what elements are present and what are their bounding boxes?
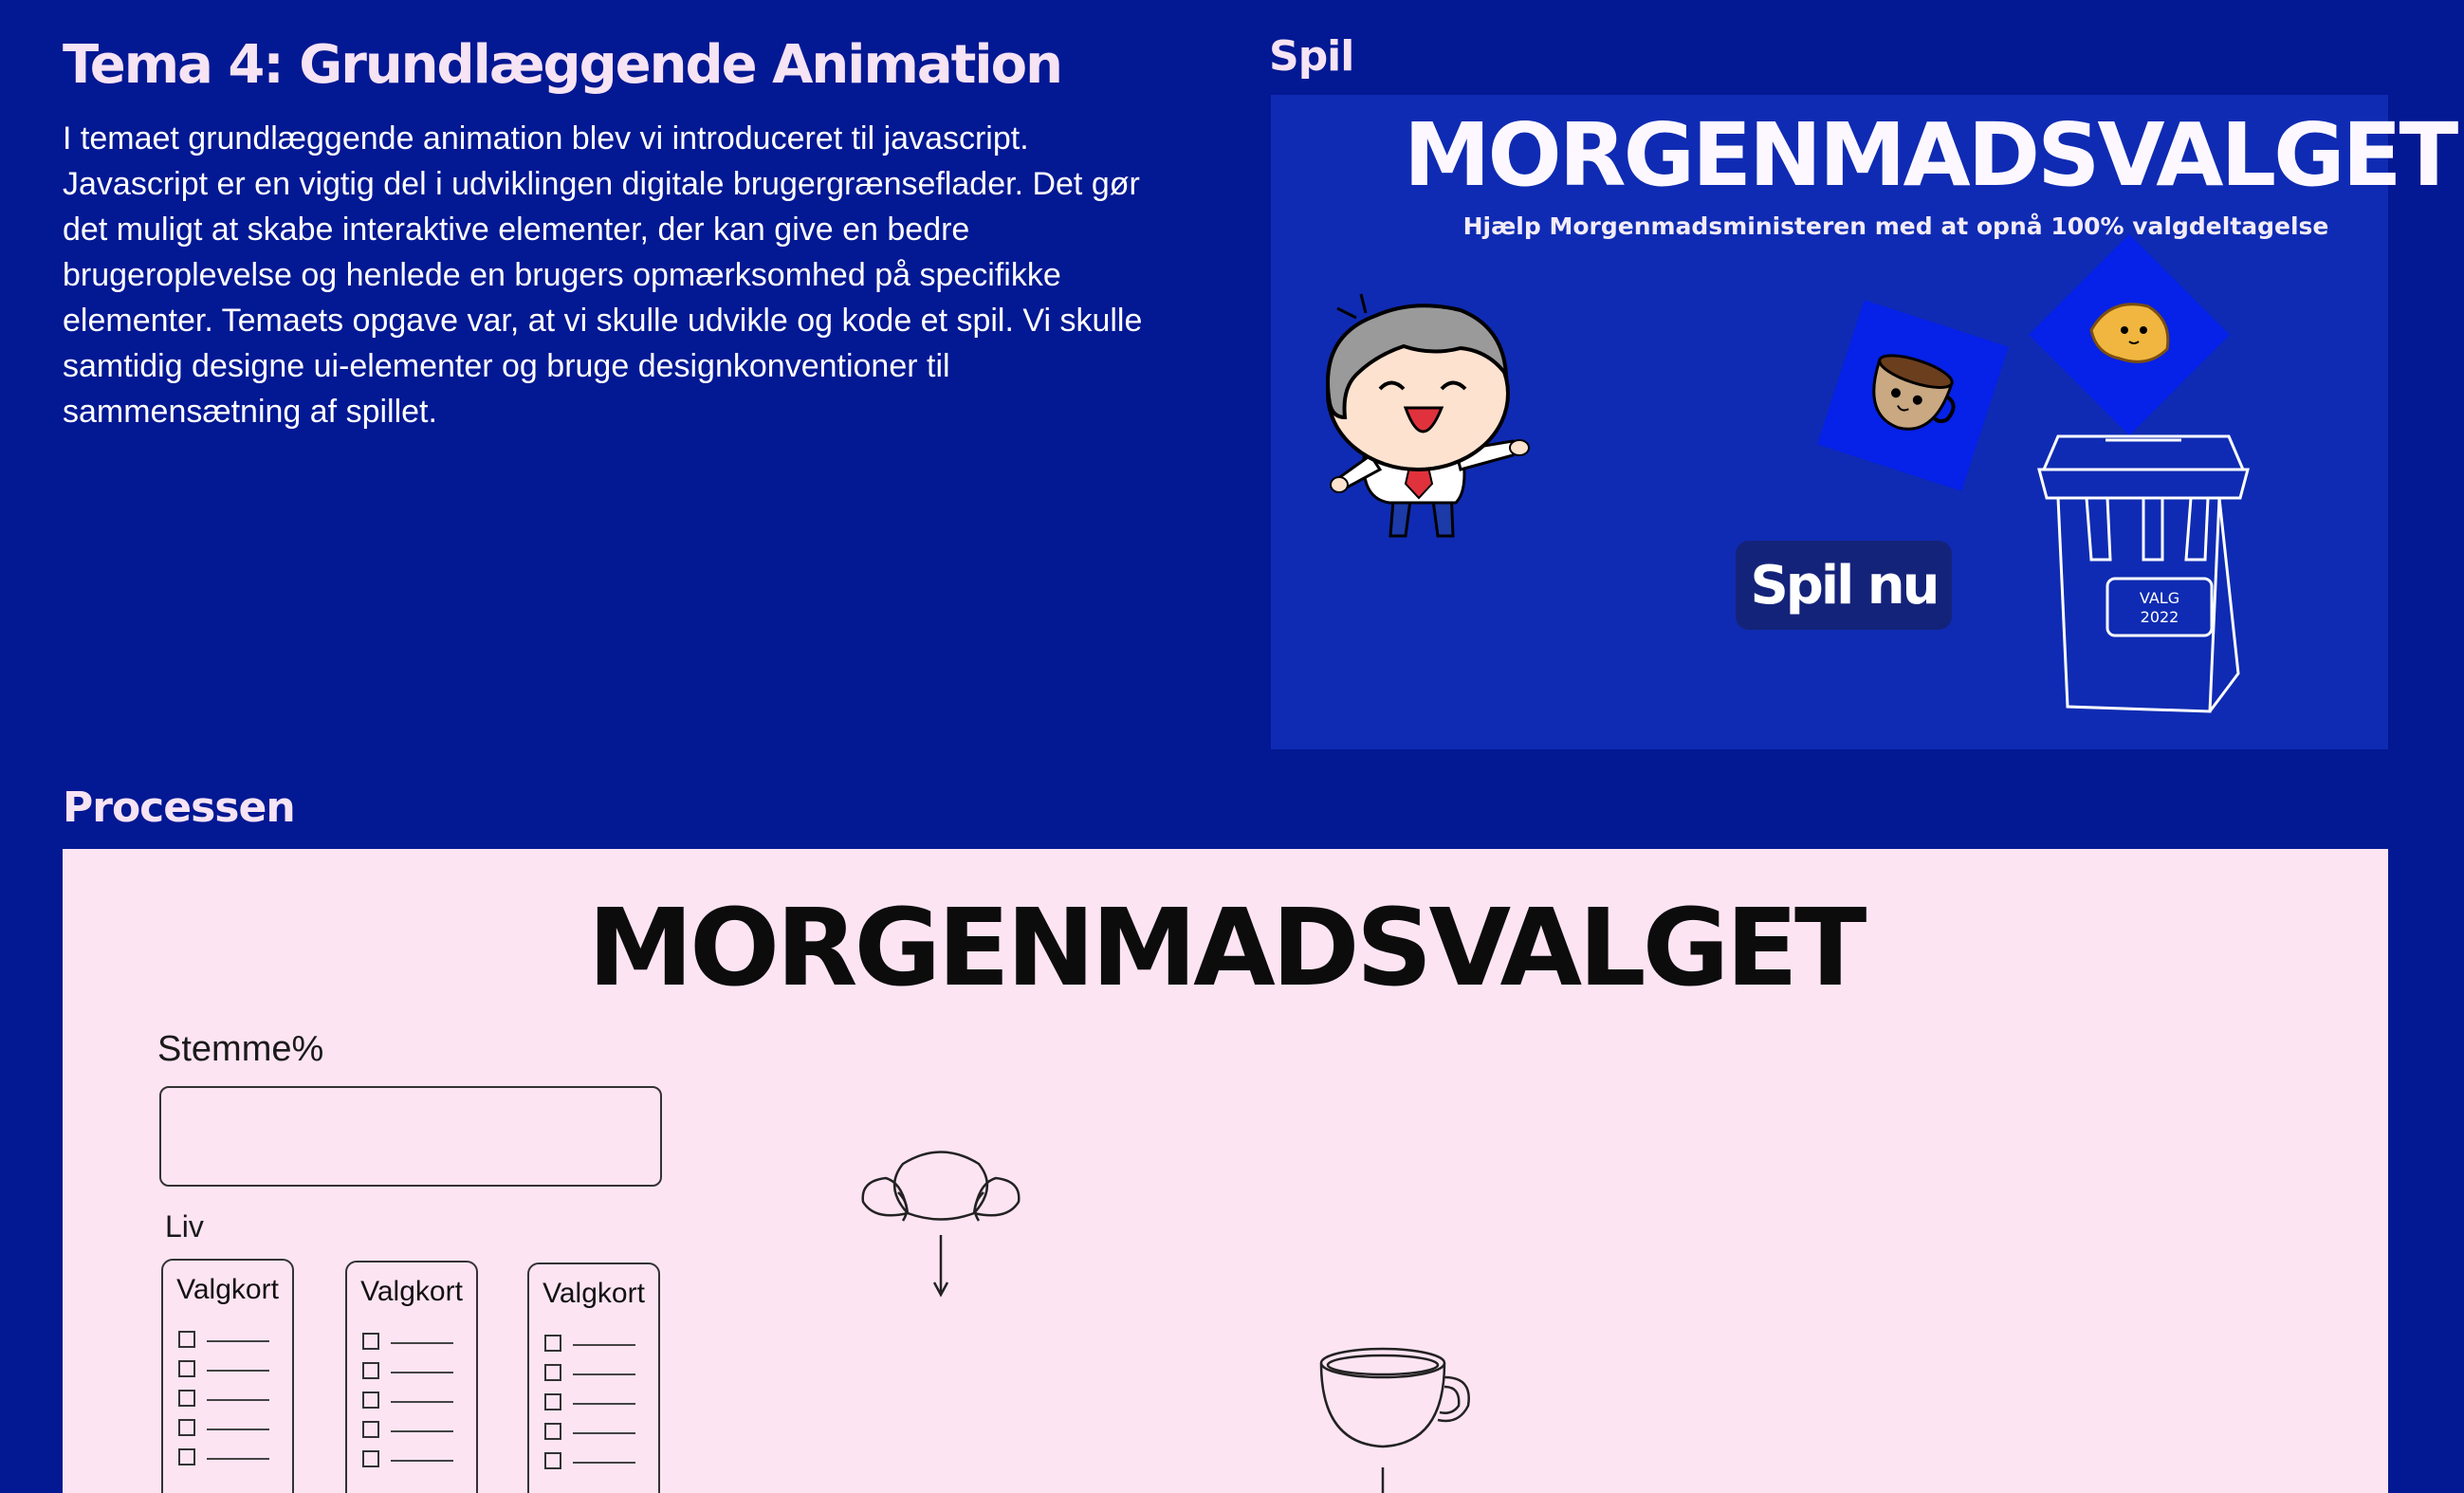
minister-character-icon: [1326, 293, 1530, 538]
checkbox-icon: [362, 1333, 379, 1350]
checkbox-icon: [178, 1390, 195, 1407]
checkbox-icon: [178, 1331, 195, 1348]
process-title: MORGENMADSVALGET: [587, 887, 1867, 1010]
checkbox-icon: [362, 1392, 379, 1409]
game-subtitle: Hjælp Morgenmadsministeren med at opnå 1…: [1462, 212, 2329, 240]
coffee-tile: [1817, 300, 2009, 491]
checkbox-icon: [178, 1360, 195, 1377]
valgkort-card: Valgkort: [161, 1259, 294, 1493]
intro-text: I temaet grundlæggende animation blev vi…: [63, 120, 1143, 430]
valgkort-card: Valgkort: [527, 1263, 660, 1493]
checkbox-icon: [178, 1419, 195, 1436]
card-title: Valgkort: [176, 1274, 279, 1305]
checkbox-icon: [544, 1335, 561, 1352]
process-heading: Processen: [63, 783, 296, 832]
coffee-cup-sketch-icon: [1319, 1347, 1470, 1493]
card-title: Valgkort: [542, 1278, 645, 1309]
checkbox-icon: [362, 1421, 379, 1438]
checkbox-icon: [544, 1393, 561, 1410]
checkbox-icon: [362, 1450, 379, 1467]
croissant-tile: [2028, 233, 2231, 436]
checkbox-icon: [544, 1423, 561, 1440]
game-preview[interactable]: MORGENMADSVALGET Hjælp Morgenmadsministe…: [1271, 95, 2458, 749]
checkbox-icon: [544, 1364, 561, 1381]
game-heading: Spil: [1269, 32, 1354, 81]
ballot-box-icon: VALG 2022: [2037, 434, 2250, 713]
croissant-icon: [2089, 303, 2170, 363]
checkbox-icon: [544, 1452, 561, 1469]
stemme-label: Stemme%: [157, 1029, 324, 1069]
liv-label: Liv: [165, 1209, 204, 1244]
croissant-sketch-icon: [861, 1151, 1021, 1298]
play-now-button[interactable]: Spil nu: [1736, 541, 1952, 630]
checkbox-icon: [362, 1362, 379, 1379]
checkbox-icon: [178, 1448, 195, 1465]
card-title: Valgkort: [360, 1276, 463, 1307]
process-panel: MORGENMADSVALGET Stemme% Liv Valgkort Va…: [63, 849, 2388, 1493]
ballot-box-label-2: 2022: [2141, 608, 2179, 626]
stemme-bar: [159, 1086, 662, 1187]
ballot-box-label-1: VALG: [2140, 589, 2179, 607]
page-title: Tema 4: Grundlæggende Animation: [63, 34, 1063, 96]
game-title: MORGENMADSVALGET: [1404, 104, 2458, 206]
valgkort-card: Valgkort: [345, 1261, 478, 1493]
coffee-cup-icon: [1872, 354, 1956, 431]
